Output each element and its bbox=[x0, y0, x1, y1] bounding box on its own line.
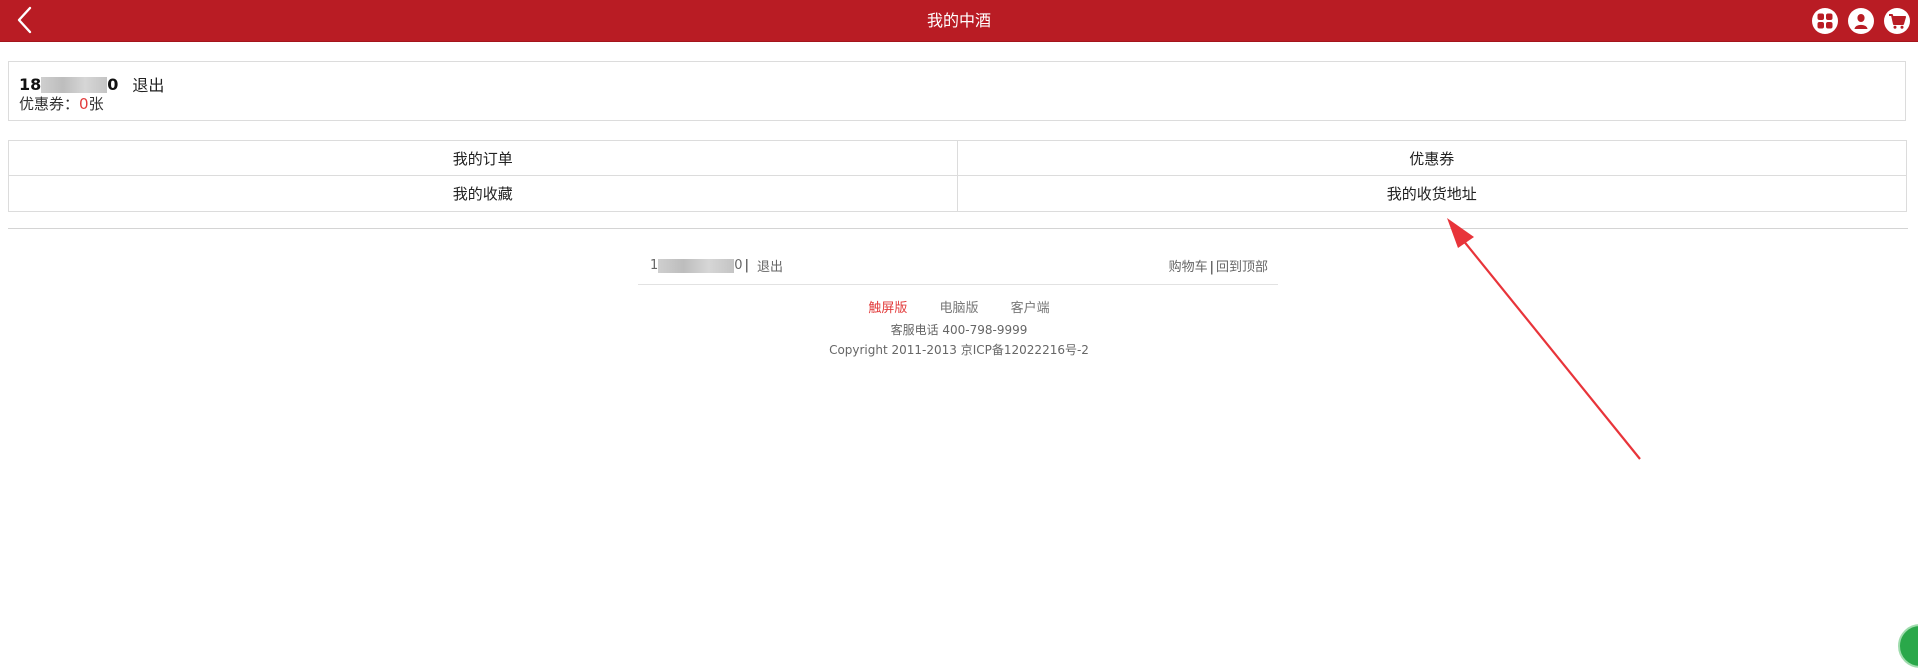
version-desktop[interactable]: 电脑版 bbox=[939, 297, 978, 316]
user-button[interactable] bbox=[1848, 8, 1874, 34]
top-header-bar: 我的中酒 bbox=[0, 0, 1918, 42]
apps-grid-button[interactable] bbox=[1812, 8, 1838, 34]
footer-phone-suffix: 0 bbox=[734, 258, 743, 273]
footer-quick-links: 购物车 | 回到顶部 bbox=[1169, 256, 1268, 275]
user-info-panel: 18 0 退出 优惠券：0张 bbox=[8, 61, 1906, 121]
user-phone-prefix: 18 bbox=[19, 74, 42, 94]
footer-separator: | bbox=[744, 258, 749, 273]
account-menu-grid: 我的订单 优惠券 我的收藏 我的收货地址 bbox=[8, 140, 1907, 212]
coupon-summary: 优惠券：0张 bbox=[19, 93, 104, 114]
version-touch[interactable]: 触屏版 bbox=[868, 297, 907, 316]
back-button[interactable] bbox=[14, 6, 38, 34]
footer-back-to-top-link[interactable]: 回到顶部 bbox=[1216, 260, 1268, 275]
menu-coupons[interactable]: 优惠券 bbox=[957, 141, 1906, 176]
apps-grid-icon bbox=[1817, 13, 1833, 29]
coupon-count: 0 bbox=[79, 95, 89, 113]
chevron-left-icon bbox=[17, 6, 32, 34]
user-phone-suffix: 0 bbox=[107, 74, 119, 94]
footer-redacted-phone-mask bbox=[658, 258, 735, 273]
version-client[interactable]: 客户端 bbox=[1011, 297, 1050, 316]
footer-link-separator: | bbox=[1209, 260, 1214, 275]
section-divider bbox=[8, 228, 1908, 229]
customer-service-phone: 客服电话 400-798-9999 bbox=[890, 323, 1028, 337]
copyright-notice: Copyright 2011-2013 京ICP备12022216号-2 bbox=[829, 343, 1089, 357]
footer-account-bar: 1 0 | 退出 购物车 | 回到顶部 bbox=[638, 254, 1278, 285]
footer-logout-link[interactable]: 退出 bbox=[757, 256, 783, 275]
redacted-phone-mask bbox=[41, 77, 108, 93]
menu-shipping-address[interactable]: 我的收货地址 bbox=[958, 176, 1907, 211]
floating-help-badge[interactable] bbox=[1898, 624, 1918, 668]
menu-my-favorites[interactable]: 我的收藏 bbox=[9, 176, 958, 211]
page-title: 我的中酒 bbox=[926, 11, 991, 30]
footer-cart-link[interactable]: 购物车 bbox=[1169, 260, 1208, 275]
cart-button[interactable] bbox=[1884, 8, 1910, 34]
version-switcher: 触屏版 电脑版 客户端 bbox=[0, 297, 1918, 316]
menu-my-orders[interactable]: 我的订单 bbox=[9, 141, 958, 176]
footer-phone-prefix: 1 bbox=[650, 258, 659, 273]
user-icon bbox=[1854, 14, 1868, 29]
cart-icon bbox=[1889, 14, 1906, 29]
header-icon-group bbox=[1812, 8, 1910, 34]
coupon-label: 优惠券： bbox=[19, 95, 80, 113]
logout-link[interactable]: 退出 bbox=[132, 72, 164, 96]
footer-account-info: 1 0 | 退出 bbox=[650, 256, 783, 275]
coupon-unit: 张 bbox=[88, 95, 104, 113]
user-phone: 18 0 bbox=[19, 75, 118, 94]
annotation-arrow-icon bbox=[1447, 218, 1641, 460]
